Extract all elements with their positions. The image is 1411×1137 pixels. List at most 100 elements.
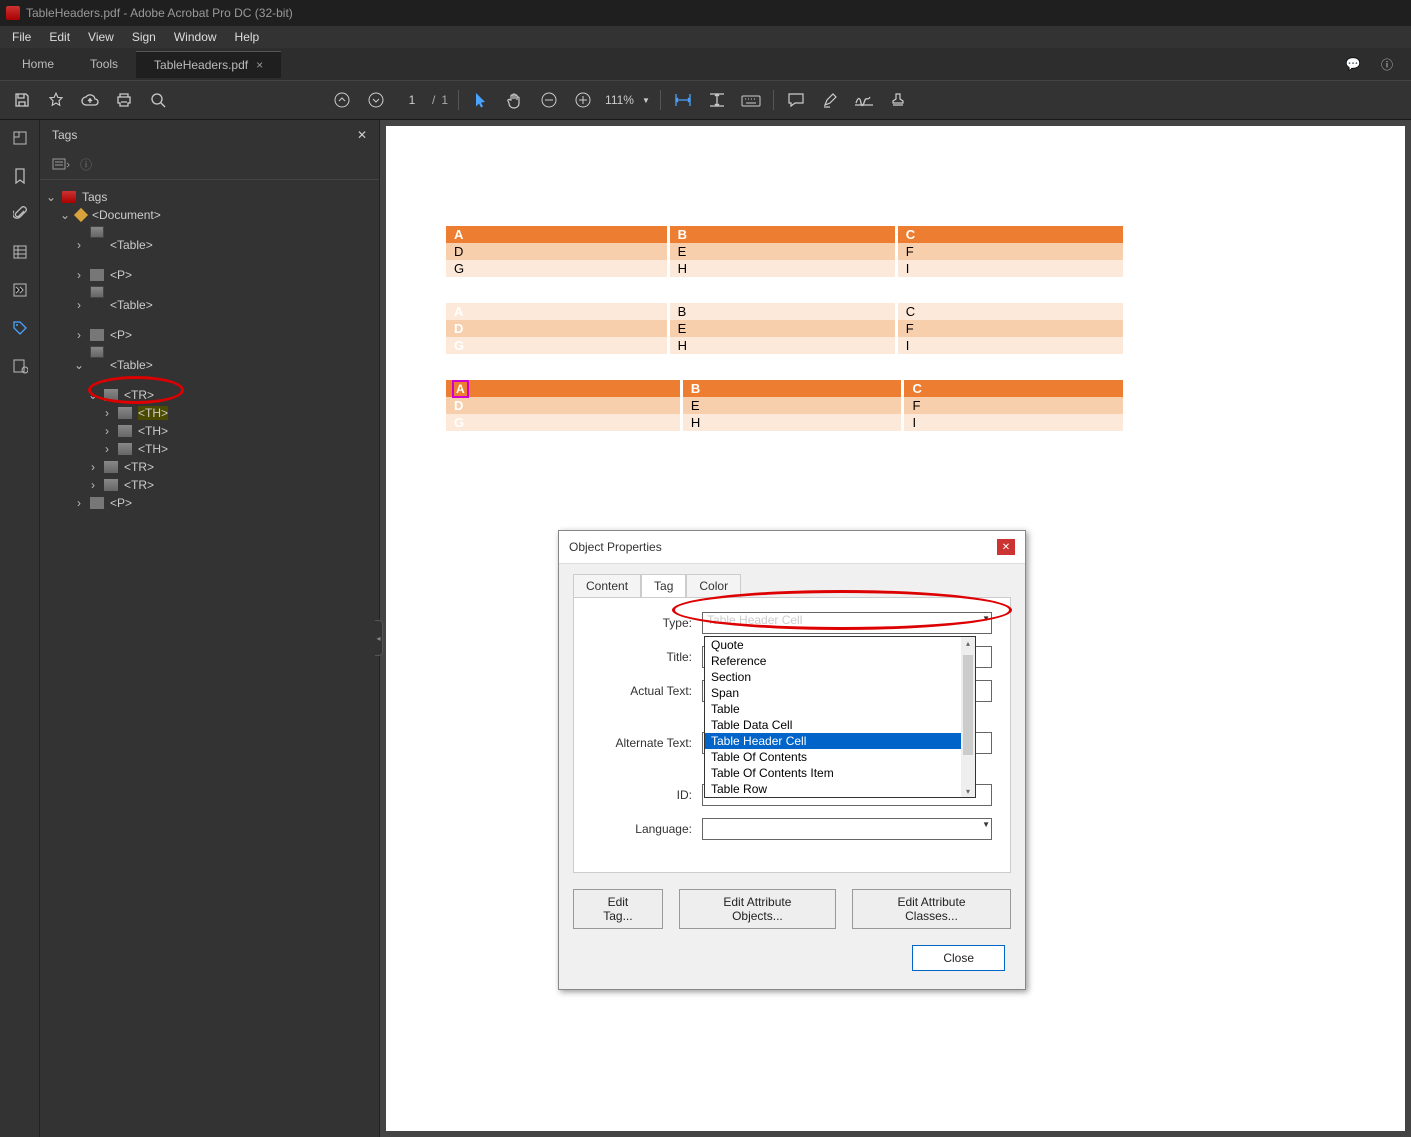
tags-tree: ⌄Tags ⌄<Document> ›<Table> ›<P> ›<Table>… bbox=[40, 180, 379, 1137]
dialog-title: Object Properties bbox=[569, 540, 662, 554]
dropdown-option[interactable]: Section bbox=[705, 669, 975, 685]
dropdown-scrollbar[interactable]: ▴ ▾ bbox=[961, 637, 975, 797]
page-down-icon[interactable] bbox=[364, 88, 388, 112]
doc-table-2: ABC DEF GHI bbox=[446, 303, 1126, 354]
menu-help[interactable]: Help bbox=[227, 28, 268, 46]
save-icon[interactable] bbox=[10, 88, 34, 112]
print-icon[interactable] bbox=[112, 88, 136, 112]
menu-file[interactable]: File bbox=[4, 28, 39, 46]
language-combo[interactable]: ▼ bbox=[702, 818, 992, 840]
thumbnails-icon[interactable] bbox=[10, 128, 30, 148]
dropdown-option[interactable]: Table Row bbox=[705, 781, 975, 797]
zoom-out-icon[interactable] bbox=[537, 88, 561, 112]
doc-table-1: ABC DEF GHI bbox=[446, 226, 1126, 277]
chat-icon[interactable]: 💬 bbox=[1343, 54, 1363, 74]
edit-tag-button[interactable]: Edit Tag... bbox=[573, 889, 663, 929]
layers-icon[interactable] bbox=[10, 242, 30, 262]
selected-cell: A bbox=[454, 382, 467, 396]
highlight-icon[interactable] bbox=[818, 88, 842, 112]
actual-text-label: Actual Text: bbox=[592, 684, 692, 698]
left-rail bbox=[0, 120, 40, 1137]
menu-window[interactable]: Window bbox=[166, 28, 225, 46]
fit-width-icon[interactable] bbox=[671, 88, 695, 112]
bookmark-icon[interactable] bbox=[10, 166, 30, 186]
sign-icon[interactable] bbox=[852, 88, 876, 112]
tree-th-2[interactable]: ›<TH> bbox=[46, 422, 373, 440]
tree-table-1[interactable]: ›<Table> bbox=[46, 224, 373, 266]
search-icon[interactable] bbox=[146, 88, 170, 112]
chevron-down-icon: ▼ bbox=[982, 614, 990, 623]
tree-tr-3[interactable]: ›<TR> bbox=[46, 476, 373, 494]
star-icon[interactable] bbox=[44, 88, 68, 112]
tab-tools[interactable]: Tools bbox=[72, 51, 136, 77]
fit-page-icon[interactable] bbox=[705, 88, 729, 112]
panel-close-icon[interactable]: ✕ bbox=[357, 128, 367, 142]
tree-p-2[interactable]: ›<P> bbox=[46, 326, 373, 344]
tree-tags-root[interactable]: ⌄Tags bbox=[46, 188, 373, 206]
close-button[interactable]: Close bbox=[912, 945, 1005, 971]
tree-tr-2[interactable]: ›<TR> bbox=[46, 458, 373, 476]
page-input[interactable] bbox=[398, 93, 426, 107]
type-combo[interactable]: Table Header Cell ▼ bbox=[702, 612, 992, 634]
dialog-tab-color[interactable]: Color bbox=[686, 574, 741, 597]
scroll-down-icon[interactable]: ▾ bbox=[961, 785, 975, 797]
menu-sign[interactable]: Sign bbox=[124, 28, 164, 46]
zoom-in-icon[interactable] bbox=[571, 88, 595, 112]
tree-p-3[interactable]: ›<P> bbox=[46, 494, 373, 512]
panel-title: Tags bbox=[52, 128, 77, 142]
edit-attr-classes-button[interactable]: Edit Attribute Classes... bbox=[852, 889, 1011, 929]
title-bar: TableHeaders.pdf - Adobe Acrobat Pro DC … bbox=[0, 0, 1411, 26]
language-label: Language: bbox=[592, 822, 692, 836]
object-properties-dialog: Object Properties ✕ Content Tag Color Ty… bbox=[558, 530, 1026, 990]
tab-document[interactable]: TableHeaders.pdf × bbox=[136, 51, 281, 78]
tree-document[interactable]: ⌄<Document> bbox=[46, 206, 373, 224]
menu-edit[interactable]: Edit bbox=[41, 28, 78, 46]
menu-view[interactable]: View bbox=[80, 28, 122, 46]
dropdown-option[interactable]: Table Of Contents Item bbox=[705, 765, 975, 781]
stamp-icon[interactable] bbox=[886, 88, 910, 112]
cloud-icon[interactable] bbox=[78, 88, 102, 112]
dialog-close-icon[interactable]: ✕ bbox=[997, 539, 1015, 555]
dialog-tab-tag[interactable]: Tag bbox=[641, 574, 686, 597]
content-icon[interactable] bbox=[10, 356, 30, 376]
tree-th-1[interactable]: ›<TH> bbox=[46, 404, 373, 422]
tab-home[interactable]: Home bbox=[4, 51, 72, 77]
tree-table-3[interactable]: ⌄<Table> bbox=[46, 344, 373, 386]
dropdown-option-selected[interactable]: Table Header Cell bbox=[705, 733, 975, 749]
menu-bar: File Edit View Sign Window Help bbox=[0, 26, 1411, 48]
dropdown-option[interactable]: Table Of Contents bbox=[705, 749, 975, 765]
doc-table-3: ABC DEF GHI bbox=[446, 380, 1126, 431]
comment-icon[interactable] bbox=[784, 88, 808, 112]
tags-icon[interactable] bbox=[10, 318, 30, 338]
attachment-icon[interactable] bbox=[10, 204, 30, 224]
order-icon[interactable] bbox=[10, 280, 30, 300]
chevron-down-icon: ▼ bbox=[982, 820, 990, 829]
window-title: TableHeaders.pdf - Adobe Acrobat Pro DC … bbox=[26, 6, 293, 20]
tree-th-3[interactable]: ›<TH> bbox=[46, 440, 373, 458]
page-up-icon[interactable] bbox=[330, 88, 354, 112]
dialog-tab-content[interactable]: Content bbox=[573, 574, 641, 597]
dropdown-option[interactable]: Span bbox=[705, 685, 975, 701]
panel-options-icon[interactable] bbox=[52, 158, 70, 172]
pointer-icon[interactable] bbox=[469, 88, 493, 112]
keyboard-icon[interactable] bbox=[739, 88, 763, 112]
dropdown-option[interactable]: Table bbox=[705, 701, 975, 717]
tree-table-2[interactable]: ›<Table> bbox=[46, 284, 373, 326]
help-icon[interactable]: ⓘ bbox=[1377, 54, 1397, 74]
main-toolbar: / 1 111%▼ bbox=[0, 80, 1411, 120]
panel-expand-handle[interactable]: ◂ bbox=[375, 620, 383, 656]
dropdown-option[interactable]: Reference bbox=[705, 653, 975, 669]
dropdown-option[interactable]: Table Data Cell bbox=[705, 717, 975, 733]
tree-tr-1[interactable]: ⌄<TR> bbox=[46, 386, 373, 404]
dropdown-option[interactable]: Quote bbox=[705, 637, 975, 653]
tab-close-icon[interactable]: × bbox=[256, 58, 263, 72]
scroll-thumb[interactable] bbox=[963, 655, 973, 755]
type-label: Type: bbox=[592, 616, 692, 630]
panel-info-icon[interactable]: ⓘ bbox=[80, 156, 92, 173]
zoom-level[interactable]: 111%▼ bbox=[605, 93, 650, 107]
edit-attr-objects-button[interactable]: Edit Attribute Objects... bbox=[679, 889, 836, 929]
tree-p-1[interactable]: ›<P> bbox=[46, 266, 373, 284]
hand-icon[interactable] bbox=[503, 88, 527, 112]
scroll-up-icon[interactable]: ▴ bbox=[961, 637, 975, 649]
title-label: Title: bbox=[592, 650, 692, 664]
